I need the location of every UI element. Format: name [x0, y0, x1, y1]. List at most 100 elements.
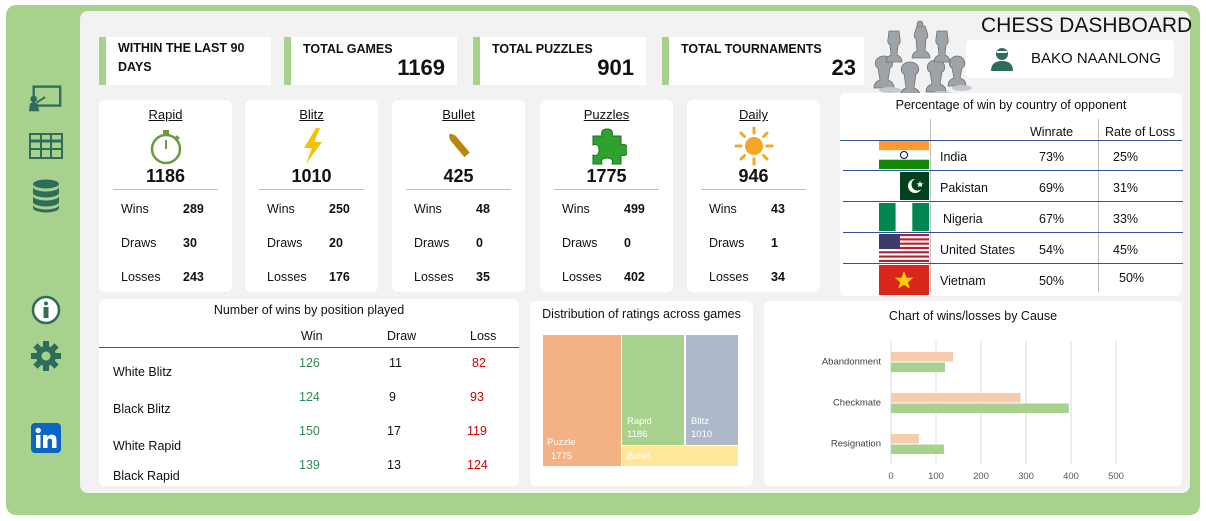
country-name: India	[940, 150, 968, 164]
mode-card-blitz[interactable]: Blitz 1010 Wins 250 Draws 20 Losses 176	[245, 100, 378, 292]
mode-name: Rapid	[148, 107, 183, 122]
loss-value: 119	[467, 424, 487, 438]
draws-value: 0	[476, 236, 483, 250]
tile-label: Bullet	[627, 451, 651, 462]
stopwatch-icon	[150, 130, 181, 165]
tile-value: 1010	[691, 429, 713, 440]
losses-value: 35	[476, 270, 490, 284]
position-label: Black Rapid	[113, 469, 180, 483]
x-tick-label: 100	[928, 471, 944, 482]
win-value: 139	[299, 458, 320, 472]
draws-label: Draws	[121, 236, 157, 250]
mode-card-bullet[interactable]: Bullet 425 Wins 48 Draws 0 Losses 35	[392, 100, 525, 292]
table-row: United States 54% 45%	[843, 233, 1183, 264]
table-row: Pakistan 69% 31%	[843, 171, 1183, 202]
divider	[99, 347, 519, 348]
mode-card-rapid[interactable]: Rapid 1186 Wins 289 Draws 30 Losses 243	[99, 100, 232, 292]
user-icon	[991, 48, 1013, 71]
wins-value: 43	[771, 202, 785, 216]
table-row: India 73% 25%	[843, 140, 1183, 171]
table-icon[interactable]	[28, 128, 64, 164]
loss-rate-value: 50%	[1119, 271, 1145, 285]
wins-value: 48	[476, 202, 490, 216]
loss-rate-header: Rate of Loss	[1105, 125, 1176, 139]
draw-value: 9	[389, 390, 396, 404]
tile-value: 1775	[551, 451, 573, 462]
presentation-icon[interactable]	[28, 80, 64, 116]
bullet-icon	[448, 133, 470, 158]
chess-pieces-icon	[873, 20, 972, 101]
database-icon[interactable]	[28, 178, 64, 214]
losses-label: Losses	[562, 270, 602, 284]
draw-value: 13	[387, 458, 401, 472]
pakistan-flag-icon	[891, 172, 929, 200]
mode-card-daily[interactable]: Daily 946 Wins 43 Draws 1 Losses 34	[687, 100, 820, 292]
bar	[891, 444, 945, 454]
user-name: BAKO NAANLONG	[1031, 50, 1162, 67]
linkedin-icon[interactable]	[28, 420, 64, 456]
position-label: White Blitz	[113, 365, 173, 379]
mode-total: 1010	[291, 166, 332, 186]
vietnam-flag-icon	[879, 265, 929, 295]
wins-label: Wins	[709, 202, 737, 216]
mode-card-puzzles[interactable]: Puzzles 1775 Wins 499 Draws 0 Losses 402	[540, 100, 673, 292]
category-label: Resignation	[831, 439, 881, 450]
divider	[259, 189, 364, 190]
win-value: 126	[299, 356, 320, 370]
treemap-tile-rapid[interactable]: Rapid 1186	[622, 335, 684, 445]
kpi-total-puzzles: TOTAL PUZZLES 901	[473, 37, 646, 85]
draws-value: 1	[771, 236, 778, 250]
position-label: Black Blitz	[113, 402, 171, 416]
draw-header: Draw	[387, 329, 417, 343]
loss-value: 93	[470, 390, 484, 404]
losses-value: 176	[329, 270, 350, 284]
win-header: Win	[301, 329, 323, 343]
table-row: Nigeria 67% 33%	[843, 202, 1183, 233]
x-tick-label: 400	[1063, 471, 1079, 482]
losses-label: Losses	[709, 270, 749, 284]
country-title: Percentage of win by country of opponent	[895, 98, 1127, 112]
winrate-value: 54%	[1039, 243, 1065, 257]
losses-label: Losses	[121, 270, 161, 284]
user-badge: BAKO NAANLONG	[966, 40, 1174, 78]
wins-value: 289	[183, 202, 204, 216]
kpi-label: TOTAL TOURNAMENTS	[681, 42, 822, 56]
kpi-total-tournaments: TOTAL TOURNAMENTS 23	[662, 37, 864, 85]
x-tick-label: 200	[973, 471, 989, 482]
treemap-tile-puzzle[interactable]: Puzzle 1775	[543, 335, 621, 466]
treemap-tile-bullet[interactable]: Bullet	[622, 446, 738, 466]
category-label: Abandonment	[822, 357, 882, 368]
winrate-header: Winrate	[1030, 125, 1074, 139]
loss-rate-value: 45%	[1113, 243, 1139, 257]
position-title: Number of wins by position played	[213, 303, 405, 317]
draws-value: 0	[624, 236, 631, 250]
win-value: 150	[299, 424, 320, 438]
gear-icon[interactable]	[28, 338, 64, 374]
position-panel: Number of wins by position played Win Dr…	[99, 299, 519, 486]
draws-label: Draws	[414, 236, 450, 250]
winrate-value: 67%	[1039, 212, 1065, 226]
divider	[406, 189, 511, 190]
draws-label: Draws	[709, 236, 745, 250]
divider	[554, 189, 659, 190]
position-label: White Rapid	[113, 439, 182, 453]
losses-value: 402	[624, 270, 645, 284]
kpi-period: WITHIN THE LAST 90 DAYS	[99, 37, 271, 85]
x-tick-label: 0	[888, 471, 893, 482]
treemap-tile-blitz[interactable]: Blitz 1010	[686, 335, 738, 445]
wins-label: Wins	[414, 202, 442, 216]
wins-label: Wins	[267, 202, 295, 216]
mode-name: Blitz	[299, 107, 324, 122]
losses-label: Losses	[267, 270, 307, 284]
x-tick-label: 300	[1018, 471, 1034, 482]
cause-bar-chart: 0 100 200 300 400 500 Abandonment Checkmate Resi…	[822, 341, 1124, 482]
loss-rate-value: 31%	[1113, 181, 1139, 195]
draws-label: Draws	[562, 236, 598, 250]
mode-total: 425	[443, 166, 474, 186]
winrate-value: 69%	[1039, 181, 1065, 195]
info-icon[interactable]	[28, 292, 64, 328]
divider	[701, 189, 806, 190]
draw-value: 17	[387, 424, 401, 438]
wins-value: 499	[624, 202, 645, 216]
draws-value: 30	[183, 236, 197, 250]
